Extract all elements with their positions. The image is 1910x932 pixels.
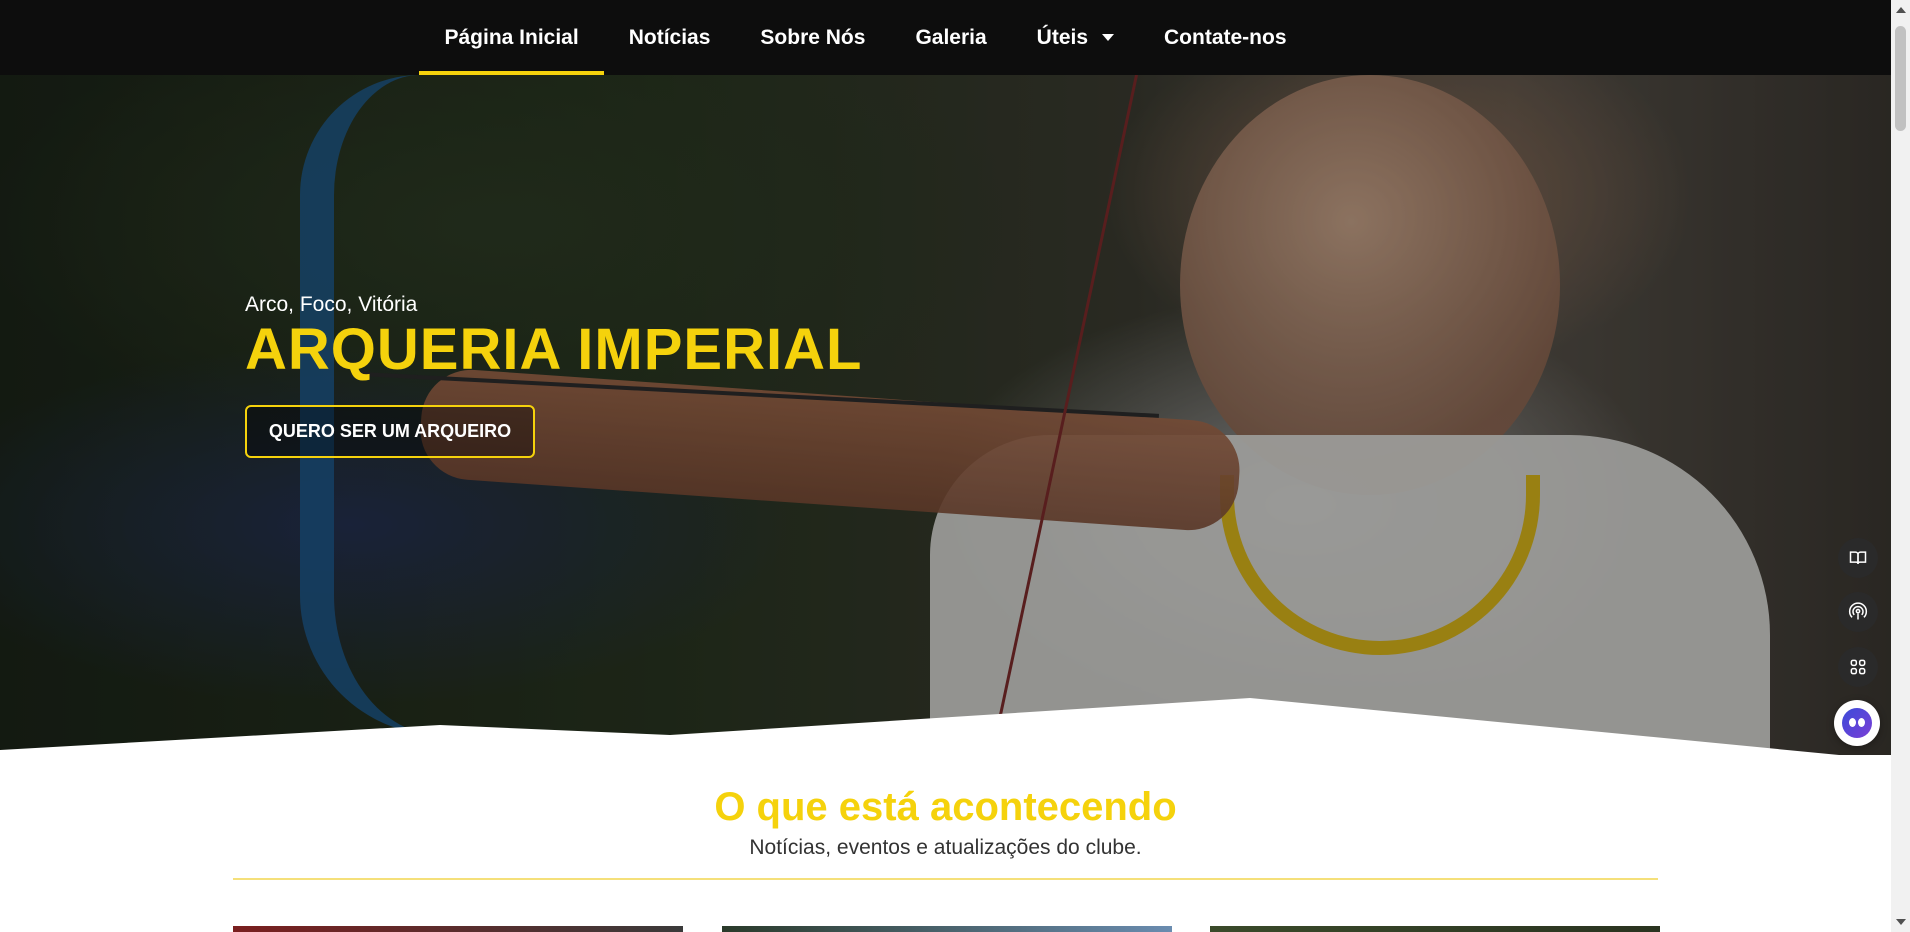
top-navigation: Página Inicial Notícias Sobre Nós Galeri… (0, 0, 1891, 75)
chevron-down-icon (1102, 34, 1115, 41)
news-card[interactable] (1210, 926, 1660, 932)
nav-item-uteis[interactable]: Úteis (1012, 0, 1139, 75)
nav-label: Contate-nos (1164, 25, 1287, 49)
news-card[interactable] (233, 926, 683, 932)
scroll-up-icon[interactable] (1896, 7, 1906, 13)
hero-tagline: Arco, Foco, Vitória (245, 293, 418, 316)
hero-title: ARQUERIA IMPERIAL (245, 317, 863, 382)
nav-label: Página Inicial (444, 25, 579, 49)
news-card[interactable] (722, 926, 1172, 932)
page-scrollbar[interactable] (1891, 0, 1910, 932)
join-cta-button[interactable]: QUERO SER UM ARQUEIRO (245, 405, 535, 458)
section-title: O que está acontecendo (714, 785, 1177, 829)
scrollbar-thumb[interactable] (1895, 26, 1906, 131)
section-subtitle: Notícias, eventos e atualizações do club… (749, 836, 1142, 859)
book-icon (1849, 551, 1867, 564)
assistant-bot-icon (1842, 708, 1872, 738)
nav-label: Sobre Nós (760, 25, 866, 49)
news-section: O que está acontecendo Notícias, eventos… (0, 760, 1891, 932)
apps-icon (1850, 659, 1866, 675)
nav-label: Úteis (1036, 25, 1089, 49)
scroll-down-icon[interactable] (1896, 919, 1906, 925)
hero-wave-divider (0, 698, 1891, 770)
nav-label: Notícias (628, 25, 711, 49)
assistant-bot-button[interactable] (1834, 700, 1880, 746)
nav-item-galeria[interactable]: Galeria (890, 0, 1011, 75)
apps-button[interactable] (1838, 647, 1878, 687)
hero-text-block: Arco, Foco, Vitória ARQUERIA IMPERIAL QU… (245, 293, 862, 458)
hero-banner: Arco, Foco, Vitória ARQUERIA IMPERIAL QU… (0, 75, 1891, 755)
nav-item-noticias[interactable]: Notícias (604, 0, 736, 75)
podcast-icon (1848, 602, 1868, 620)
podcast-button[interactable] (1838, 592, 1878, 632)
reader-mode-button[interactable] (1838, 538, 1878, 578)
nav-item-sobre-nos[interactable]: Sobre Nós (735, 0, 890, 75)
nav-menu: Página Inicial Notícias Sobre Nós Galeri… (419, 0, 1311, 75)
nav-item-contate-nos[interactable]: Contate-nos (1139, 0, 1312, 75)
nav-item-pagina-inicial[interactable]: Página Inicial (419, 0, 604, 75)
section-divider (233, 878, 1658, 880)
nav-label: Galeria (915, 25, 987, 49)
